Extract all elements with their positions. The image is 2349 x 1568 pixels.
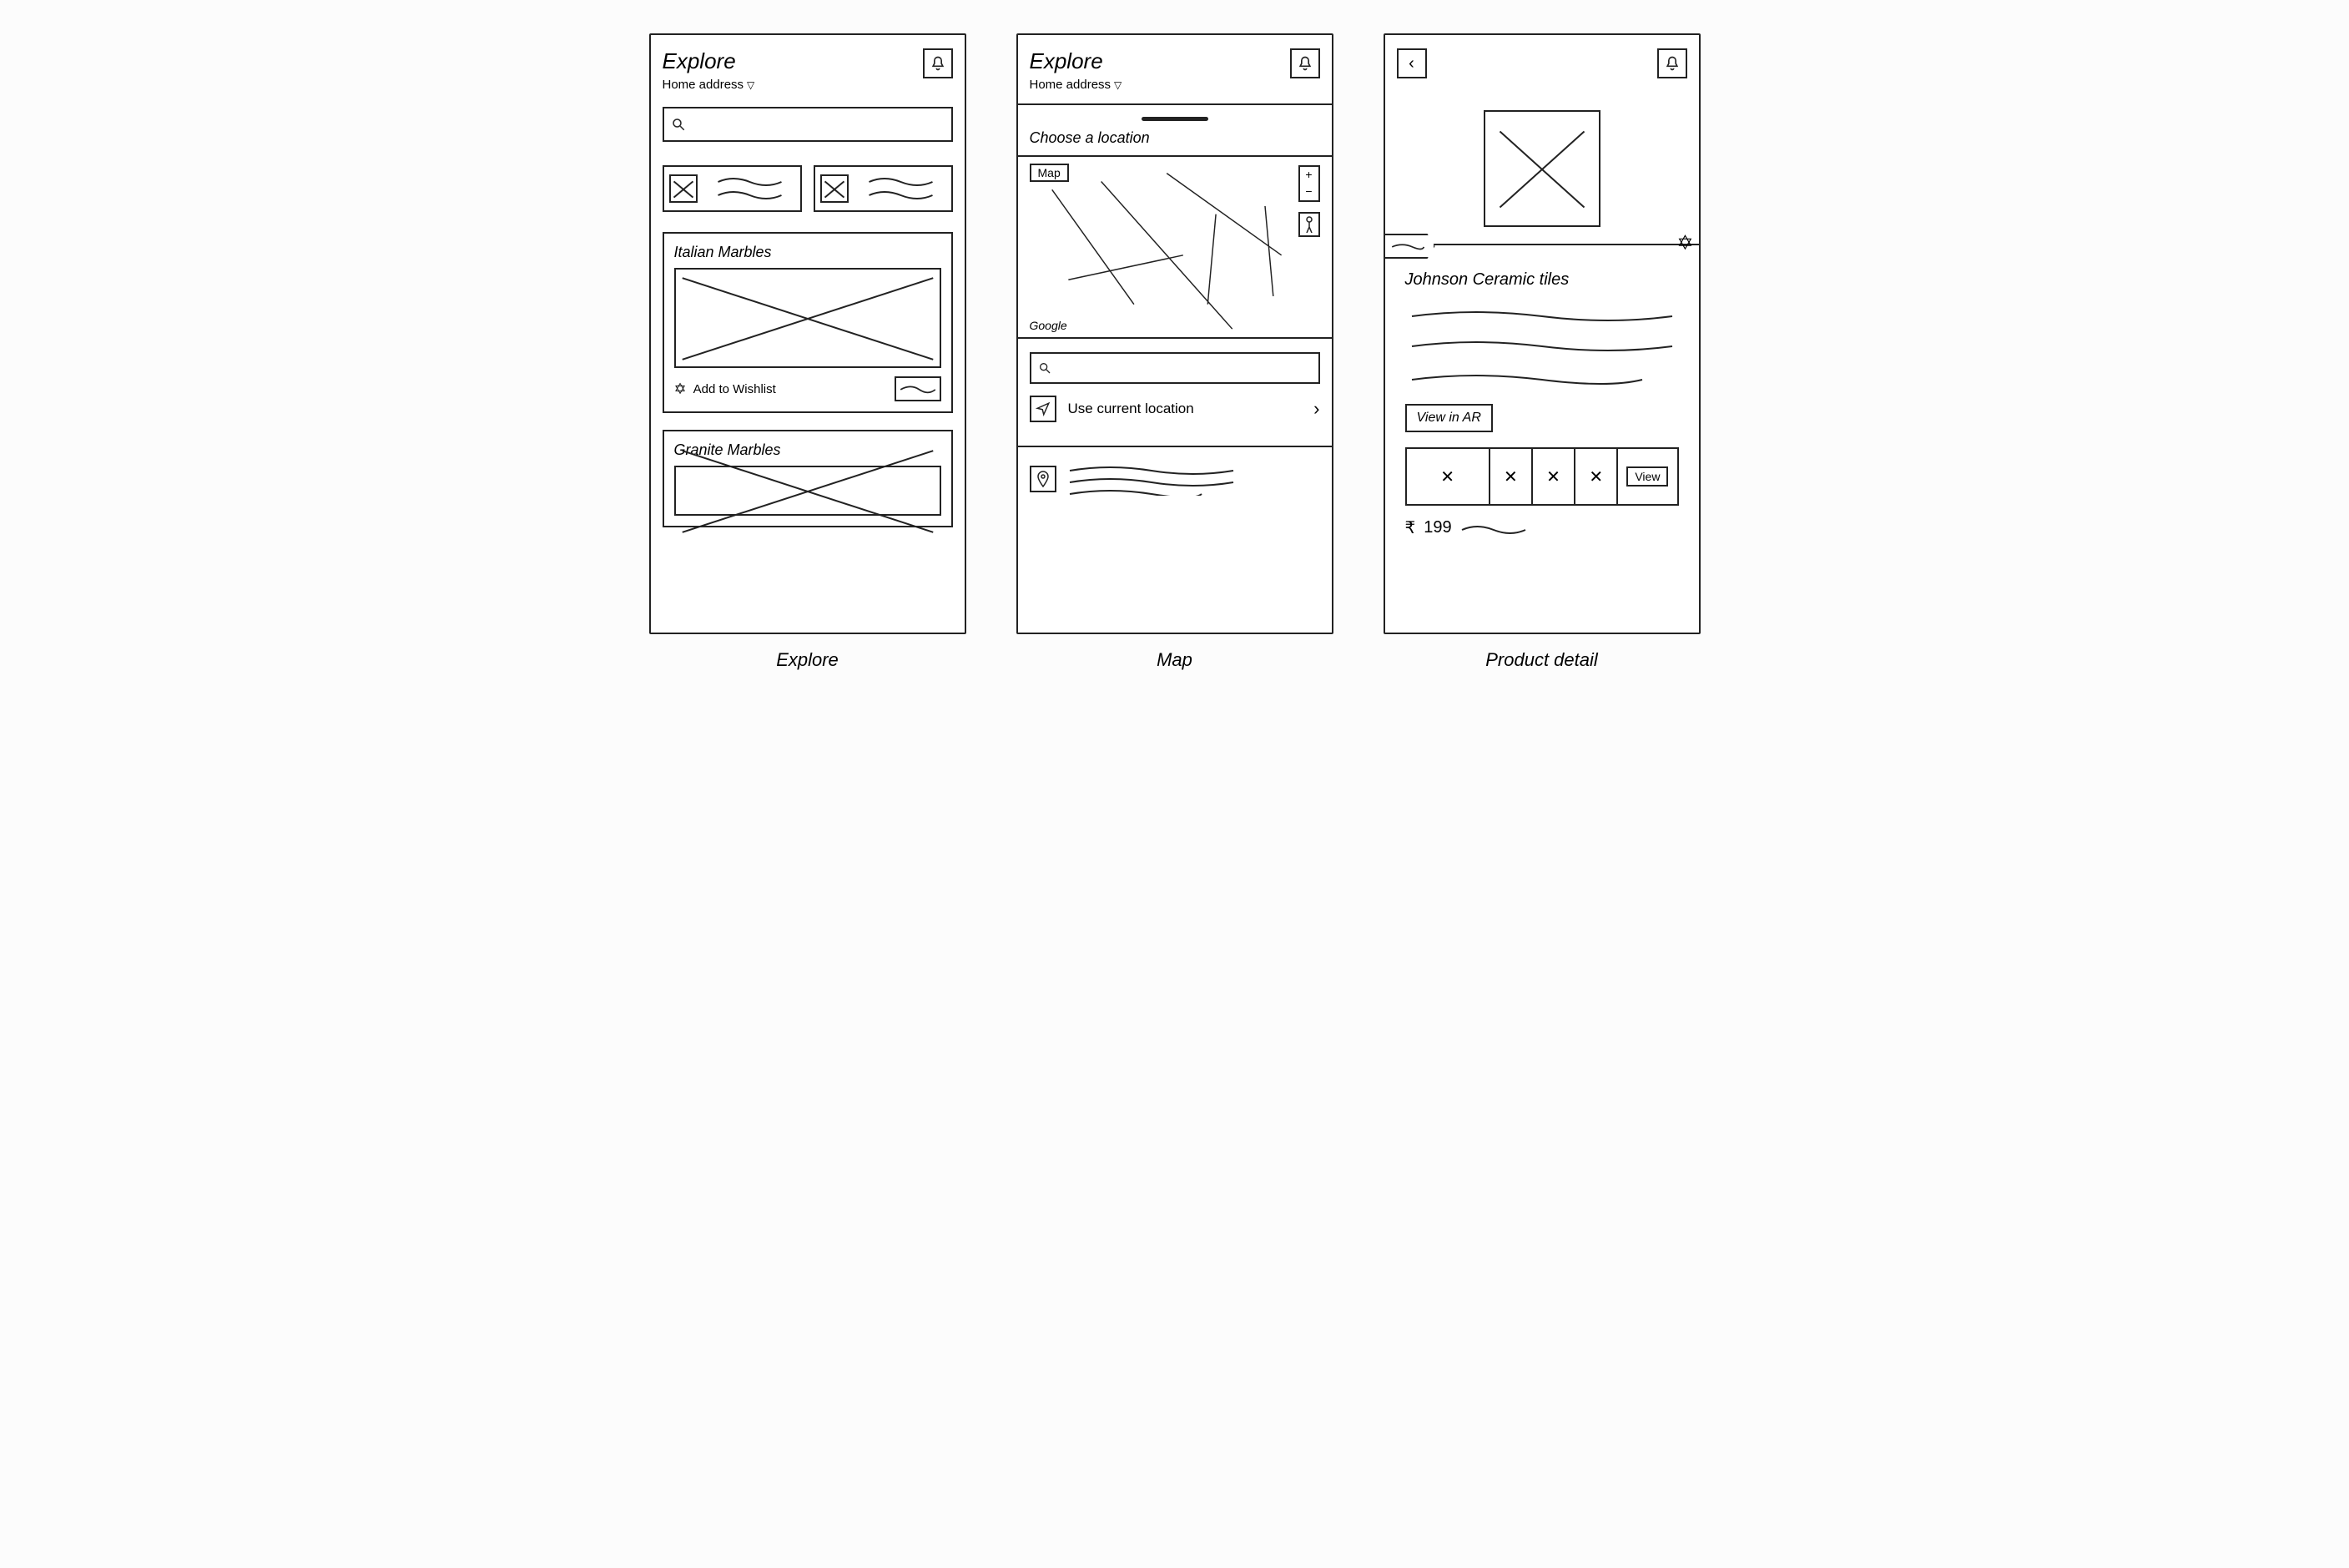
chevron-down-icon: ▽ [747,79,754,91]
text-placeholder [704,172,795,205]
search-input[interactable] [663,107,953,142]
image-placeholder-icon: ✕ [1440,466,1454,487]
gallery-thumb[interactable]: ✕ [1575,449,1618,504]
back-button[interactable]: ‹ [1397,48,1427,78]
saved-location-item[interactable] [1030,459,1320,507]
screen-product-detail: ‹ ✡ Johnson Ceramic tiles View in AR [1384,33,1701,634]
address-label: Home address [1030,78,1111,92]
use-current-location-button[interactable]: Use current location › [1030,384,1320,434]
view-label: View [1626,466,1668,487]
pin-icon [1036,471,1050,487]
notification-button[interactable] [923,48,953,78]
address-dropdown[interactable]: Home address ▽ [663,78,755,92]
sheet-title: Choose a location [1030,129,1320,147]
screen-caption: Product detail [1485,649,1598,671]
bell-icon [1664,55,1681,72]
product-image-placeholder [1484,110,1600,227]
add-to-wishlist-button[interactable]: ✡ Add to Wishlist [674,381,776,398]
product-title: Johnson Ceramic tiles [1405,270,1679,290]
card-title: Italian Marbles [674,244,941,261]
screen-map-wrap: Explore Home address ▽ Choose a location… [1016,33,1333,671]
search-icon [1038,361,1051,375]
star-icon: ✡ [674,381,687,398]
chevron-down-icon: ▽ [1114,79,1122,91]
location-arrow-icon [1036,401,1051,416]
swatch-tag[interactable] [1385,234,1435,259]
card-image-placeholder [674,466,941,516]
bell-icon [1297,55,1313,72]
card-image-placeholder [674,268,941,368]
wishlist-label: Add to Wishlist [693,382,776,396]
category-chips [663,165,953,212]
map-view[interactable]: Map + − Google [1018,155,1332,339]
gallery-view-all-button[interactable]: View [1618,449,1676,504]
wireframe-canvas: Explore Home address ▽ [649,33,1701,671]
use-current-label: Use current location [1068,401,1194,417]
map-roads [1018,157,1332,337]
image-placeholder-icon: ✕ [1589,466,1603,487]
gallery-thumb[interactable]: ✕ [1490,449,1533,504]
screen-map: Explore Home address ▽ Choose a location… [1016,33,1333,634]
image-placeholder-icon [820,174,849,203]
price-row: ₹ 199 [1405,517,1679,538]
image-placeholder-icon: ✕ [1546,466,1560,487]
image-placeholder-icon [669,174,698,203]
location-search-field[interactable] [1056,362,1312,375]
screen-explore: Explore Home address ▽ [649,33,966,634]
drag-handle[interactable] [1142,117,1208,121]
card-title: Granite Marbles [674,441,941,459]
chevron-left-icon: ‹ [1409,54,1414,73]
notification-button[interactable] [1657,48,1687,78]
screen-caption: Explore [776,649,839,671]
chevron-right-icon: › [1313,398,1319,420]
category-chip[interactable] [814,165,953,212]
screen-explore-wrap: Explore Home address ▽ [649,33,966,671]
page-title: Explore [1030,48,1122,74]
product-gallery: ✕ ✕ ✕ ✕ View [1405,447,1679,506]
price-tag [895,376,941,401]
price-value: 199 [1424,518,1451,537]
product-card[interactable]: Italian Marbles ✡ Add to Wishlist [663,232,953,413]
search-field[interactable] [691,118,945,131]
description-placeholder [1405,305,1679,396]
bell-icon [930,55,946,72]
map-attribution: Google [1030,319,1067,332]
location-search-input[interactable] [1030,352,1320,384]
notification-button[interactable] [1290,48,1320,78]
gallery-thumb[interactable]: ✕ [1533,449,1575,504]
text-placeholder [1068,462,1235,496]
address-label: Home address [663,78,744,92]
view-in-ar-button[interactable]: View in AR [1405,404,1493,432]
screen-product-wrap: ‹ ✡ Johnson Ceramic tiles View in AR [1384,33,1701,671]
product-card[interactable]: Granite Marbles [663,430,953,527]
product-hero: ✡ [1385,78,1699,245]
image-placeholder-icon: ✕ [1504,466,1518,487]
text-placeholder [855,172,946,205]
category-chip[interactable] [663,165,802,212]
address-dropdown[interactable]: Home address ▽ [1030,78,1122,92]
screen-caption: Map [1157,649,1192,671]
search-icon [671,117,686,132]
gallery-main-thumb[interactable]: ✕ [1407,449,1490,504]
text-placeholder [1460,522,1527,535]
page-title: Explore [663,48,755,74]
compass-icon[interactable]: ✡ [1676,231,1693,255]
currency-symbol: ₹ [1405,517,1416,538]
